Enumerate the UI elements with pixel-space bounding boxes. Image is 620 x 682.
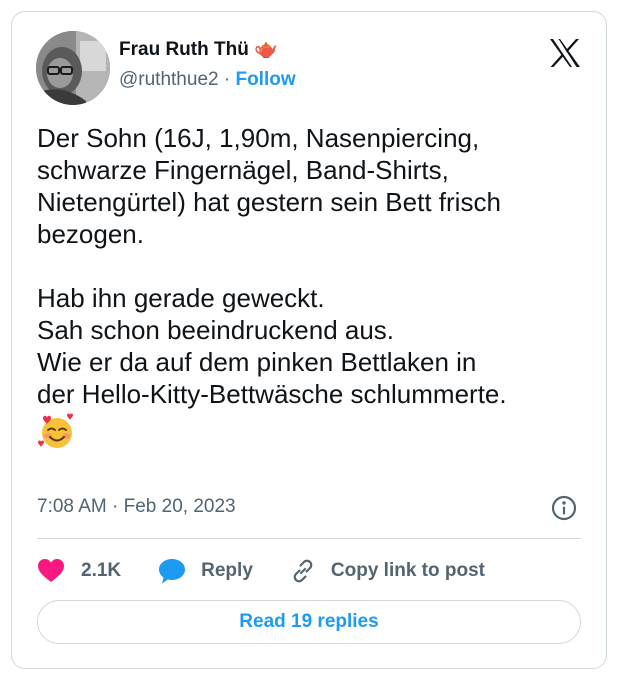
tweet-timestamp[interactable]: 7:08 AM · Feb 20, 2023 bbox=[37, 496, 236, 518]
follow-button[interactable]: Follow bbox=[235, 69, 295, 90]
smiling-face-with-hearts-icon bbox=[37, 412, 77, 452]
like-count: 2.1K bbox=[81, 560, 122, 581]
tweet-text-line: der Hello-Kitty-Bettwäsche schlummerte. bbox=[37, 379, 507, 409]
speech-bubble-icon bbox=[157, 557, 187, 585]
link-icon bbox=[289, 557, 317, 585]
avatar[interactable] bbox=[36, 31, 110, 105]
divider bbox=[37, 538, 581, 539]
tweet-text-line: Wie er da auf dem pinken Bettlaken in bbox=[37, 347, 477, 377]
tweet-date: Feb 20, 2023 bbox=[123, 496, 236, 517]
heart-icon bbox=[37, 558, 65, 584]
author-handle[interactable]: @ruththue2 bbox=[119, 69, 219, 90]
tweet-text-line: Sah schon beeindruckend aus. bbox=[37, 315, 395, 345]
info-icon[interactable] bbox=[550, 494, 578, 522]
tweet-text: Der Sohn (16J, 1,90m, Nasenpiercing, sch… bbox=[37, 122, 597, 459]
copy-link-label: Copy link to post bbox=[330, 560, 485, 581]
tweet-card: Frau Ruth Thü 🫖 @ruththue2 · Follow Der … bbox=[11, 11, 607, 669]
read-replies-button[interactable]: Read 19 replies bbox=[37, 600, 581, 644]
tweet-time: 7:08 AM bbox=[37, 496, 107, 517]
tweet-text-line: schwarze Fingernägel, Band-Shirts, bbox=[37, 155, 449, 185]
author-name[interactable]: Frau Ruth Thü 🫖 bbox=[119, 37, 278, 61]
tweet-text-line: bezogen. bbox=[37, 219, 144, 249]
reply-button[interactable]: Reply bbox=[157, 557, 289, 585]
like-button[interactable]: 2.1K bbox=[37, 558, 157, 584]
tweet-text-line: Nietengürtel) hat gestern sein Bett fris… bbox=[37, 187, 501, 217]
meta-separator: · bbox=[112, 496, 119, 517]
x-logo-icon[interactable] bbox=[549, 38, 581, 68]
tweet-text-line: Der Sohn (16J, 1,90m, Nasenpiercing, bbox=[37, 123, 480, 153]
handle-separator: · bbox=[223, 69, 231, 90]
copy-link-button[interactable]: Copy link to post bbox=[289, 557, 485, 585]
action-bar: 2.1K Reply Copy link to post bbox=[37, 553, 485, 589]
reply-label: Reply bbox=[201, 560, 253, 581]
handle-row: @ruththue2 · Follow bbox=[119, 69, 296, 91]
tweet-text-line: Hab ihn gerade geweckt. bbox=[37, 283, 325, 313]
